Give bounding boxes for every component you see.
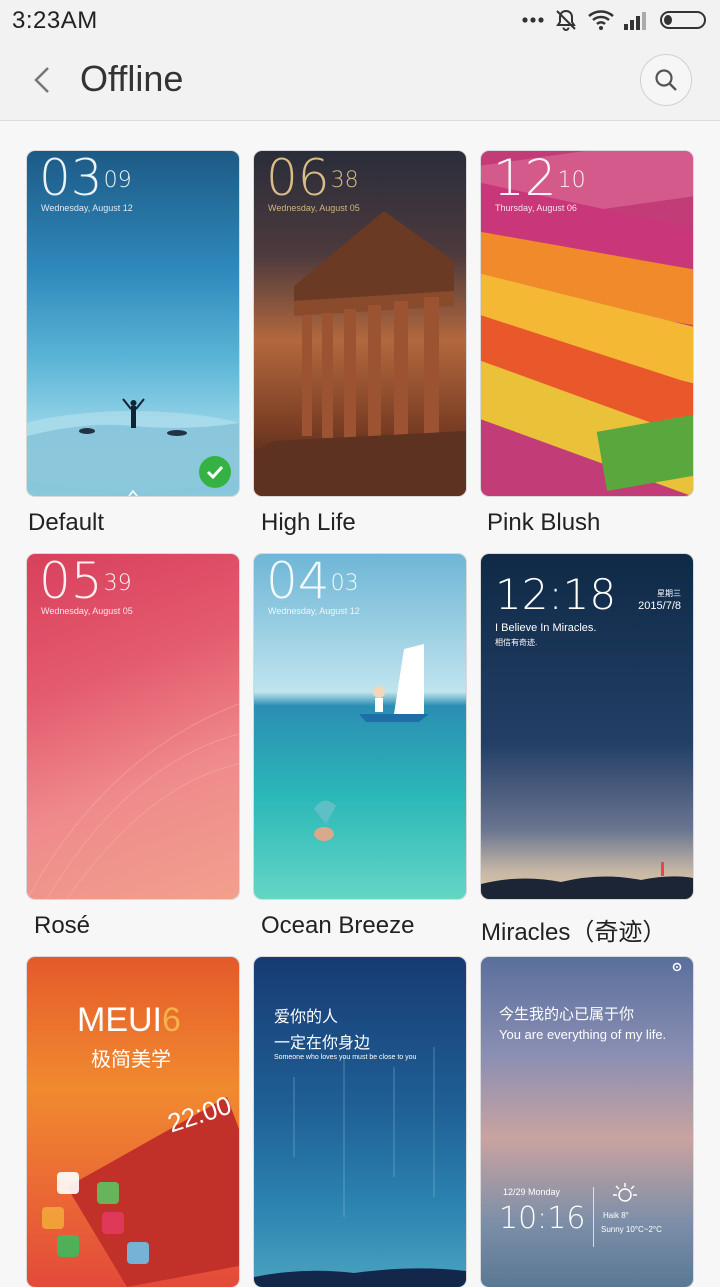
theme-name: Pink Blush xyxy=(487,509,601,536)
meui-tagline: 极简美学 xyxy=(91,1049,171,1071)
meui-brand: MEUI6 xyxy=(77,1001,181,1039)
selected-check-icon xyxy=(199,456,231,488)
back-button[interactable] xyxy=(28,62,60,98)
divider xyxy=(593,1187,594,1247)
blur-line1: 今生我的心已属于你 xyxy=(499,1006,635,1023)
chevron-left-icon xyxy=(34,67,49,93)
theme-name: Miracles（奇迹） xyxy=(481,919,667,946)
lockscreen-clock: 0638 xyxy=(266,151,359,207)
theme-name: High Life xyxy=(261,509,356,536)
theme-card-default[interactable]: 0309 Wednesday, August 12 xyxy=(27,151,239,496)
settings-gear-icon xyxy=(672,962,682,972)
lockscreen-date: Wednesday, August 12 xyxy=(41,203,133,213)
lockscreen-weekday: 星期三 xyxy=(657,589,681,598)
lockscreen-date: 2015/7/8 xyxy=(638,600,681,612)
blur-sub: You are everything of my life. xyxy=(499,1027,667,1042)
lockscreen-date: Thursday, August 06 xyxy=(495,203,577,213)
theme-card-meui[interactable]: MEUI6 极简美学 22:00 xyxy=(27,957,239,1287)
theme-card-high-life[interactable]: 0638 Wednesday, August 05 xyxy=(254,151,466,496)
status-time: 3:23AM xyxy=(12,7,98,34)
lockscreen-clock: 0403 xyxy=(266,554,359,610)
more-dots-icon xyxy=(522,16,544,24)
theme-card-miracles[interactable]: 12:18 星期三 2015/7/8 I Believe In Miracles… xyxy=(481,554,693,899)
lockscreen-quote: I Believe In Miracles. xyxy=(495,622,597,634)
theme-card-rose[interactable]: 0539 Wednesday, August 05 xyxy=(27,554,239,899)
lockscreen-clock: 0539 xyxy=(39,554,132,610)
battery-icon xyxy=(660,10,708,30)
theme-name: Ocean Breeze xyxy=(261,912,415,939)
blur-clock: 10:16 xyxy=(499,1201,586,1236)
theme-card-ocean-breeze[interactable]: 0403 Wednesday, August 12 xyxy=(254,554,466,899)
love-line1: 爱你的人 xyxy=(274,1009,339,1026)
lockscreen-clock: 0309 xyxy=(39,151,132,207)
love-sub: Someone who loves you must be close to y… xyxy=(274,1054,417,1061)
theme-card-pink-blush[interactable]: 1210 Thursday, August 06 xyxy=(481,151,693,496)
blur-weather: Sunny 10°C~2°C xyxy=(601,1225,662,1234)
lockscreen-date: Wednesday, August 12 xyxy=(268,606,360,616)
theme-name: Rosé xyxy=(34,912,91,939)
status-icons xyxy=(522,8,708,32)
lockscreen-date: Wednesday, August 05 xyxy=(41,606,133,616)
lockscreen-quote-cn: 相信有奇迹. xyxy=(495,638,538,647)
page-title: Offline xyxy=(80,58,184,99)
lockscreen-clock: 1210 xyxy=(493,151,586,207)
search-icon xyxy=(655,69,677,91)
unlock-arrow-icon xyxy=(128,490,138,496)
theme-grid: 0309 Wednesday, August 12 Default 0638 W… xyxy=(0,120,720,1287)
theme-name: Default xyxy=(28,509,105,536)
love-line2: 一定在你身边 xyxy=(274,1035,371,1052)
search-button[interactable] xyxy=(640,54,692,106)
app-header: Offline xyxy=(0,40,720,121)
wifi-icon xyxy=(588,10,614,30)
lockscreen-date: Wednesday, August 05 xyxy=(268,203,360,213)
blur-city: Haik 8° xyxy=(603,1211,629,1220)
theme-card-blur[interactable]: 今生我的心已属于你 You are everything of my life.… xyxy=(481,957,693,1287)
blur-date: 12/29 Monday xyxy=(503,1187,561,1197)
mute-bell-icon xyxy=(554,8,578,32)
status-bar: 3:23AM xyxy=(0,0,720,40)
lockscreen-clock: 12:18 xyxy=(495,570,617,619)
signal-icon xyxy=(624,10,650,30)
theme-card-love[interactable]: 爱你的人 一定在你身边 Someone who loves you must b… xyxy=(254,957,466,1287)
sun-icon xyxy=(613,1183,637,1202)
